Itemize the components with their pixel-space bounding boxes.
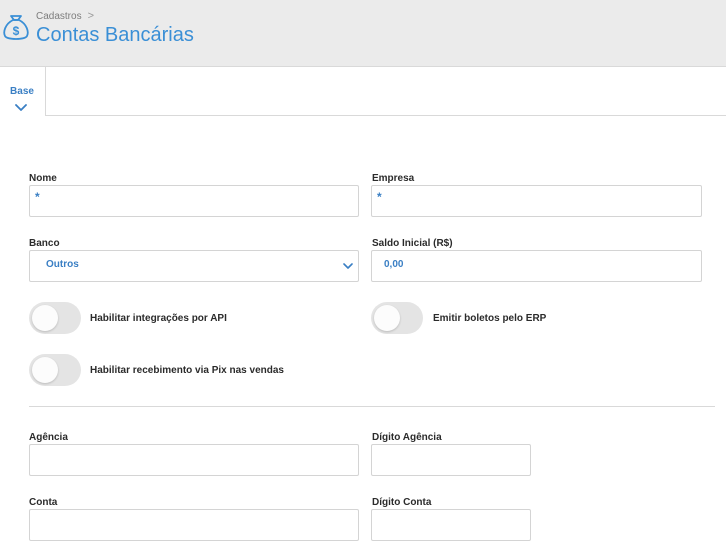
conta-input[interactable] [29, 509, 359, 541]
nome-input[interactable]: * [29, 185, 359, 217]
agencia-input[interactable] [29, 444, 359, 476]
toggle-knob [32, 357, 58, 383]
money-bag-icon: $ [3, 15, 29, 40]
emit-boletos-label: Emitir boletos pelo ERP [433, 313, 547, 324]
page-header: $ Cadastros > Contas Bancárias [0, 0, 726, 67]
nome-label: Nome [29, 173, 57, 184]
tab-base[interactable]: Base [0, 67, 46, 116]
tab-base-label: Base [10, 86, 34, 97]
banco-label: Banco [29, 238, 60, 249]
saldo-label: Saldo Inicial (R$) [372, 238, 453, 249]
chevron-down-icon [15, 104, 27, 111]
api-integration-label: Habilitar integrações por API [90, 313, 227, 324]
required-marker: * [377, 190, 382, 204]
banco-selected-value: Outros [46, 259, 79, 270]
digito-conta-label: Dígito Conta [372, 497, 432, 508]
conta-label: Conta [29, 497, 58, 508]
tab-bar: Base [0, 67, 726, 116]
digito-conta-input[interactable] [371, 509, 531, 541]
agencia-label: Agência [29, 432, 68, 443]
chevron-down-icon [343, 263, 353, 269]
banco-select[interactable]: Outros [29, 250, 359, 282]
pix-toggle[interactable] [29, 354, 81, 386]
saldo-value: 0,00 [384, 259, 404, 270]
toggle-knob [374, 305, 400, 331]
page-title: Contas Bancárias [36, 24, 194, 46]
breadcrumb-item-cadastros[interactable]: Cadastros [36, 11, 82, 22]
emit-boletos-toggle[interactable] [371, 302, 423, 334]
breadcrumb-separator: > [87, 10, 95, 22]
pix-label: Habilitar recebimento via Pix nas vendas [90, 365, 284, 376]
saldo-input[interactable]: 0,00 [371, 250, 702, 282]
digito-agencia-label: Dígito Agência [372, 432, 442, 443]
empresa-label: Empresa [372, 173, 415, 184]
breadcrumb: Cadastros > [36, 10, 94, 22]
empresa-input[interactable]: * [371, 185, 702, 217]
digito-agencia-input[interactable] [371, 444, 531, 476]
toggle-knob [32, 305, 58, 331]
required-marker: * [35, 190, 40, 204]
section-divider [29, 406, 715, 407]
svg-text:$: $ [13, 24, 20, 38]
api-integration-toggle[interactable] [29, 302, 81, 334]
